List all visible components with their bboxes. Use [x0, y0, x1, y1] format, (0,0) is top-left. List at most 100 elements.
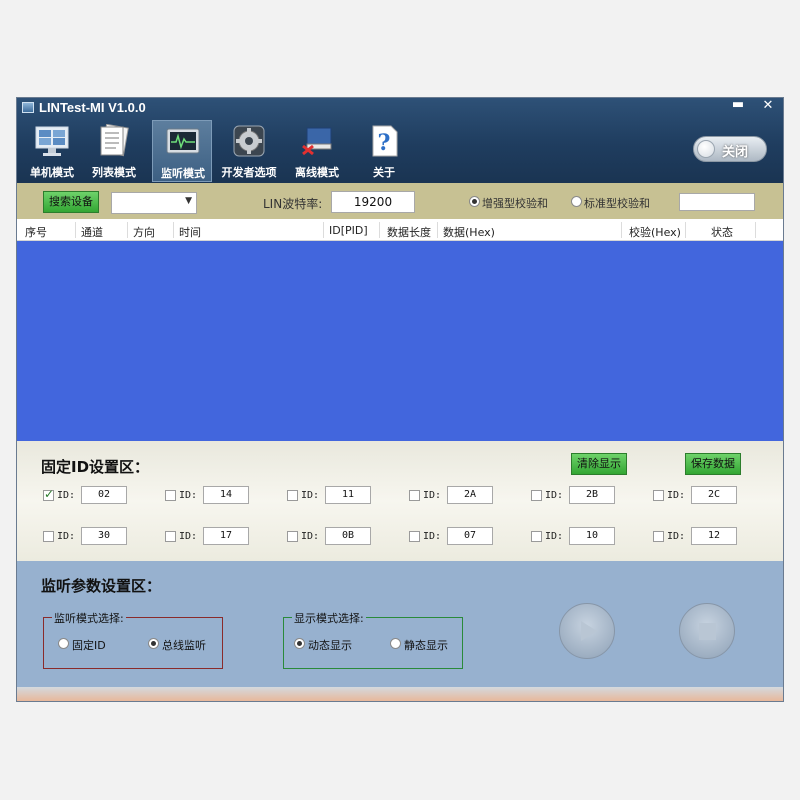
display-static-label: 静态显示 — [404, 639, 448, 652]
extra-input[interactable] — [679, 193, 755, 211]
monitor-mode-group: 监听模式选择: 固定ID 总线监听 — [43, 610, 223, 669]
id-input[interactable]: 10 — [569, 527, 615, 545]
question-document-icon: ? — [372, 125, 398, 157]
close-button[interactable]: ✕ — [759, 98, 777, 114]
toolbar-about[interactable]: ? 关于 — [354, 120, 414, 182]
toolbar-label: 列表模式 — [92, 166, 136, 179]
play-icon — [581, 621, 597, 641]
checksum-standard-label: 标准型校验和 — [584, 197, 650, 210]
column-header[interactable]: 时间 — [179, 224, 201, 240]
mode-fixed-id-radio[interactable] — [58, 638, 69, 649]
minimize-button[interactable]: ▬ — [729, 98, 747, 114]
id-checkbox[interactable] — [287, 531, 298, 542]
gear-icon — [233, 125, 265, 157]
id-label: ID: — [301, 531, 320, 542]
id-input[interactable]: 17 — [203, 527, 249, 545]
baud-rate-input[interactable]: 19200 — [331, 191, 415, 213]
clear-display-button[interactable]: 清除显示 — [571, 453, 627, 475]
id-label: ID: — [179, 531, 198, 542]
id-checkbox[interactable] — [43, 487, 54, 501]
window-title: LINTest-MI V1.0.0 — [39, 100, 146, 115]
column-header[interactable]: 数据长度 — [387, 224, 431, 240]
message-table-body[interactable] — [17, 241, 783, 441]
id-checkbox[interactable] — [165, 531, 176, 542]
id-input[interactable]: 07 — [447, 527, 493, 545]
checksum-enhanced-label: 增强型校验和 — [482, 197, 548, 210]
toolbar: LINTest-MI V1.0.0 ▬ ✕ 单机模式 列表模式 监听模式 开发者… — [17, 98, 783, 183]
toggle-knob — [697, 140, 715, 158]
id-input[interactable]: 02 — [81, 486, 127, 504]
save-data-button[interactable]: 保存数据 — [685, 453, 741, 475]
id-label: ID: — [57, 531, 76, 542]
id-input[interactable]: 2C — [691, 486, 737, 504]
id-label: ID: — [545, 490, 564, 501]
id-checkbox[interactable] — [653, 531, 664, 542]
app-window: LINTest-MI V1.0.0 ▬ ✕ 单机模式 列表模式 监听模式 开发者… — [16, 97, 784, 702]
fixed-id-title: 固定ID设置区： — [41, 458, 150, 476]
table-header: 序号 通道 方向 时间 ID[PID] 数据长度 数据(Hex) 校验(Hex)… — [17, 219, 783, 241]
device-select[interactable]: ▼ — [111, 192, 197, 214]
id-checkbox[interactable] — [531, 490, 542, 501]
status-bar — [17, 687, 783, 701]
power-toggle[interactable]: 关闭 — [693, 136, 767, 162]
id-label: ID: — [301, 490, 320, 501]
title-bar: LINTest-MI V1.0.0 ▬ ✕ — [17, 98, 783, 118]
mode-bus-monitor-radio[interactable] — [148, 638, 159, 649]
toolbar-label: 离线模式 — [295, 166, 339, 179]
book-cancel-icon — [302, 127, 332, 156]
id-label: ID: — [423, 531, 442, 542]
list-document-icon — [100, 124, 129, 157]
id-checkbox[interactable] — [409, 531, 420, 542]
toolbar-developer-options[interactable]: 开发者选项 — [219, 120, 279, 182]
mode-fixed-id-label: 固定ID — [72, 639, 106, 652]
id-checkbox[interactable] — [287, 490, 298, 501]
fixed-id-panel: 固定ID设置区： 清除显示 保存数据 ID: 02 ID: 14 ID: 11 … — [17, 441, 783, 561]
column-header[interactable]: 通道 — [81, 224, 103, 240]
id-input[interactable]: 2B — [569, 486, 615, 504]
baud-rate-label: LIN波特率: — [263, 197, 323, 211]
column-header[interactable]: ID[PID] — [329, 224, 368, 237]
toolbar-label: 关于 — [373, 166, 395, 179]
id-label: ID: — [57, 490, 76, 501]
id-label: ID: — [545, 531, 564, 542]
id-label: ID: — [423, 490, 442, 501]
start-button[interactable] — [559, 603, 615, 659]
toolbar-offline-mode[interactable]: 离线模式 — [287, 120, 347, 182]
id-input[interactable]: 14 — [203, 486, 249, 504]
id-input[interactable]: 2A — [447, 486, 493, 504]
display-static-radio[interactable] — [390, 638, 401, 649]
column-header[interactable]: 数据(Hex) — [443, 224, 495, 240]
toolbar-standalone-mode[interactable]: 单机模式 — [22, 120, 82, 182]
display-dynamic-label: 动态显示 — [308, 639, 352, 652]
id-input[interactable]: 12 — [691, 527, 737, 545]
settings-bar: 搜索设备 ▼ LIN波特率: 19200 增强型校验和 标准型校验和 — [17, 183, 783, 219]
id-input[interactable]: 0B — [325, 527, 371, 545]
stop-icon — [699, 623, 716, 640]
toolbar-monitor-mode[interactable]: 监听模式 — [152, 120, 212, 182]
id-checkbox[interactable] — [43, 531, 54, 542]
id-label: ID: — [179, 490, 198, 501]
id-checkbox[interactable] — [653, 490, 664, 501]
column-header[interactable]: 序号 — [25, 224, 47, 240]
app-icon — [22, 102, 34, 113]
monitor-params-panel: 监听参数设置区： 监听模式选择: 固定ID 总线监听 显示模式选择: 动态显示 … — [17, 561, 783, 687]
column-header[interactable]: 方向 — [133, 224, 155, 240]
checksum-enhanced-radio[interactable] — [469, 196, 480, 207]
stop-button[interactable] — [679, 603, 735, 659]
id-checkbox[interactable] — [531, 531, 542, 542]
search-device-button[interactable]: 搜索设备 — [43, 191, 99, 213]
column-header[interactable]: 状态 — [711, 224, 733, 240]
column-header[interactable]: 校验(Hex) — [629, 224, 681, 240]
oscilloscope-icon — [166, 128, 200, 154]
id-checkbox[interactable] — [409, 490, 420, 501]
toolbar-label: 单机模式 — [30, 166, 74, 179]
id-input[interactable]: 30 — [81, 527, 127, 545]
id-input[interactable]: 11 — [325, 486, 371, 504]
toggle-label: 关闭 — [722, 145, 749, 160]
svg-text:?: ? — [378, 130, 391, 156]
display-dynamic-radio[interactable] — [294, 638, 305, 649]
id-checkbox[interactable] — [165, 490, 176, 501]
toolbar-list-mode[interactable]: 列表模式 — [84, 120, 144, 182]
monitor-params-title: 监听参数设置区： — [41, 577, 162, 595]
checksum-standard-radio[interactable] — [571, 196, 582, 207]
